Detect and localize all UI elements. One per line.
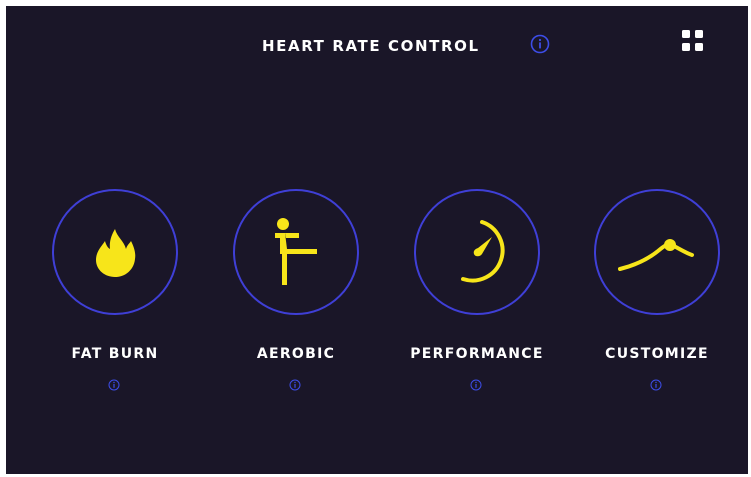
heart-rate-control-screen: HEART RATE CONTROL FAT BURN AEROBIC PERF… xyxy=(6,6,748,474)
flame-icon xyxy=(96,229,136,277)
info-icon[interactable] xyxy=(108,376,120,391)
grid-menu-icon[interactable] xyxy=(682,30,704,52)
custom-curve-icon xyxy=(618,239,694,271)
mode-label: CUSTOMIZE xyxy=(605,346,709,362)
exercise-figure-icon xyxy=(275,218,317,285)
mode-circle-button[interactable] xyxy=(52,189,178,315)
mode-circle-button[interactable] xyxy=(233,189,359,315)
mode-circle-button[interactable] xyxy=(594,189,720,315)
info-icon[interactable] xyxy=(530,34,550,54)
mode-label: AEROBIC xyxy=(256,346,336,362)
header: HEART RATE CONTROL xyxy=(6,34,748,62)
speedometer-icon xyxy=(461,220,505,283)
info-icon[interactable] xyxy=(650,376,662,391)
page-title: HEART RATE CONTROL xyxy=(262,37,480,55)
mode-circle-button[interactable] xyxy=(414,189,540,315)
mode-label: PERFORMANCE xyxy=(410,346,544,362)
mode-label: FAT BURN xyxy=(71,346,159,362)
info-icon[interactable] xyxy=(470,376,482,391)
info-icon[interactable] xyxy=(289,376,301,391)
